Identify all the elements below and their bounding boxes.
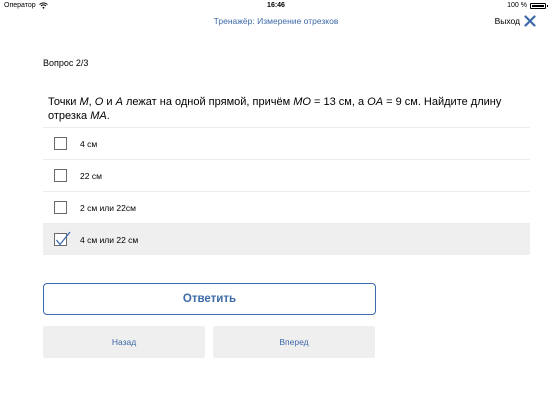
exit-button[interactable]: Выход bbox=[495, 15, 536, 27]
answer-button[interactable]: Ответить bbox=[43, 283, 376, 315]
checkmark-icon bbox=[55, 231, 71, 246]
segment-ma: MA bbox=[90, 110, 107, 122]
point-a: A bbox=[115, 96, 123, 108]
status-bar: Оператор 16:46 100 % bbox=[0, 0, 552, 12]
question-text-part: лежат на одной прямой, причём bbox=[122, 96, 294, 108]
battery-percent: 100 % bbox=[507, 2, 527, 9]
answer-options: 4 см 22 см 2 см или 22см 4 см или 22 см bbox=[43, 127, 530, 255]
option-label: 4 см или 22 см bbox=[80, 234, 139, 245]
question-text-part: . bbox=[106, 110, 110, 122]
answer-option[interactable]: 4 см bbox=[43, 127, 530, 159]
battery-icon bbox=[530, 2, 548, 9]
back-button[interactable]: Назад bbox=[43, 326, 205, 358]
status-battery: 100 % bbox=[507, 2, 548, 9]
close-icon bbox=[524, 15, 536, 27]
checkbox[interactable] bbox=[54, 137, 67, 150]
point-m: M bbox=[79, 96, 89, 108]
checkbox[interactable] bbox=[54, 201, 67, 214]
checkbox[interactable] bbox=[54, 169, 67, 182]
question-number: Вопрос 2/3 bbox=[43, 58, 89, 68]
answer-option[interactable]: 22 см bbox=[43, 159, 530, 191]
question-text-part: и bbox=[103, 96, 116, 108]
nav-bar: Тренажёр: Измерение отрезков Выход bbox=[0, 12, 552, 34]
status-time: 16:46 bbox=[267, 2, 285, 9]
answer-option[interactable]: 2 см или 22см bbox=[43, 191, 530, 223]
question-text: Точки M, O и A лежат на одной прямой, пр… bbox=[48, 95, 518, 123]
segment-oa: OA bbox=[367, 96, 384, 108]
question-text-part: = 13 см, а bbox=[310, 96, 368, 108]
option-label: 4 см bbox=[80, 138, 98, 149]
exit-label: Выход bbox=[494, 16, 520, 26]
option-label: 2 см или 22см bbox=[80, 202, 136, 213]
page-title: Тренажёр: Измерение отрезков bbox=[213, 16, 339, 26]
question-text-part: Точки bbox=[48, 96, 80, 108]
option-label: 22 см bbox=[80, 170, 102, 181]
answer-option[interactable]: 4 см или 22 см bbox=[43, 223, 530, 255]
forward-button[interactable]: Вперед bbox=[213, 326, 375, 358]
segment-mo: MO bbox=[293, 96, 311, 108]
